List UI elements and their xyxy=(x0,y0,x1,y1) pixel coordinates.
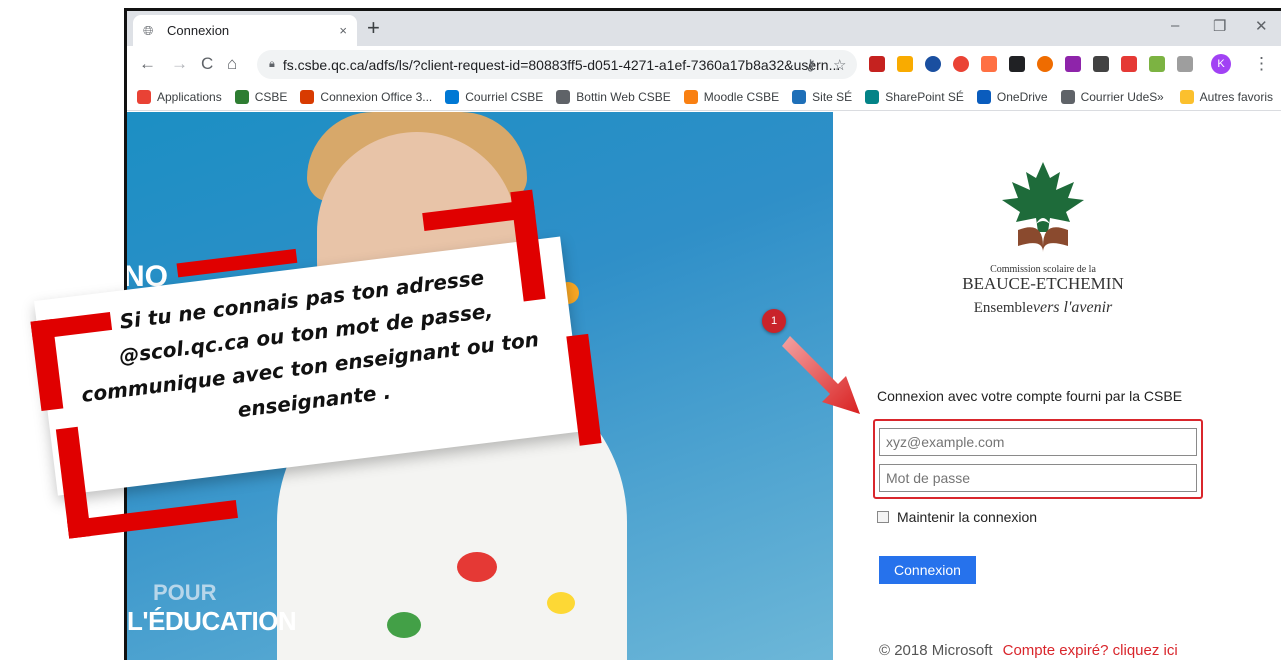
profile-avatar[interactable]: K xyxy=(1211,54,1231,74)
bookmark-csbe[interactable]: CSBE xyxy=(234,89,287,104)
csbe-logo: Commission scolaire de la BEAUCE-ETCHEMI… xyxy=(933,160,1153,350)
bookmark-sharepoint[interactable]: SharePoint SÉ xyxy=(865,89,964,104)
home-icon[interactable]: ⌂ xyxy=(227,55,237,73)
footer: © 2018 Microsoft Compte expiré? cliquez i… xyxy=(879,642,1178,659)
office-icon xyxy=(300,89,315,104)
extension-icon[interactable] xyxy=(1093,56,1109,72)
remember-checkbox[interactable] xyxy=(877,511,889,523)
lock-icon: 🔒︎ xyxy=(269,58,275,70)
bookmark-moodle[interactable]: Moodle CSBE xyxy=(683,89,779,104)
password-input[interactable] xyxy=(879,464,1197,492)
expired-account-link[interactable]: Compte expiré? cliquez ici xyxy=(1003,642,1178,659)
signin-button[interactable]: Connexion xyxy=(879,556,976,584)
wordpress-icon xyxy=(792,89,807,104)
moodle-icon xyxy=(683,89,698,104)
tab-title: Connexion xyxy=(167,23,230,38)
login-panel: Commission scolaire de la BEAUCE-ETCHEMI… xyxy=(833,112,1281,660)
tab-close-icon[interactable]: × xyxy=(339,23,347,38)
address-bar[interactable]: 🔒︎ fs.csbe.qc.ca/adfs/ls/?client-request… xyxy=(257,50,857,79)
remember-me[interactable]: Maintenir la connexion xyxy=(877,509,1037,525)
paint-splash xyxy=(457,552,497,582)
bookmark-site-se[interactable]: Site SÉ xyxy=(792,89,852,104)
step-marker: 1 xyxy=(762,309,786,333)
extension-icon[interactable] xyxy=(1009,56,1025,72)
extension-icon[interactable] xyxy=(1037,56,1053,72)
url-text: fs.csbe.qc.ca/adfs/ls/?client-request-id… xyxy=(282,56,841,73)
bookmark-onedrive[interactable]: OneDrive xyxy=(976,89,1048,104)
reload-icon[interactable]: C xyxy=(201,55,213,73)
folder-icon xyxy=(1179,90,1194,104)
bookmark-office[interactable]: Connexion Office 3... xyxy=(300,89,432,104)
hero-pour-text: POUR xyxy=(153,580,217,605)
csbe-icon xyxy=(234,89,249,104)
hero-education-text: L'ÉDUCATION xyxy=(127,606,297,636)
globe-icon xyxy=(556,89,571,104)
extension-icon[interactable] xyxy=(953,56,969,72)
bookmarks-overflow: » Autres favoris xyxy=(1157,83,1273,111)
bookmark-bottin[interactable]: Bottin Web CSBE xyxy=(556,89,671,104)
extension-icon[interactable] xyxy=(925,56,941,72)
bookmark-other-favorites[interactable]: Autres favoris xyxy=(1179,90,1273,104)
bookmarks-bar: Applications CSBE Connexion Office 3... … xyxy=(127,83,1281,111)
key-icon[interactable]: ⚷ xyxy=(805,56,816,74)
minimize-icon[interactable]: – xyxy=(1171,17,1179,34)
extension-icon[interactable] xyxy=(1065,56,1081,72)
tab-connexion[interactable]: 🌐︎ Connexion × xyxy=(133,15,357,46)
restore-icon[interactable]: ❐ xyxy=(1213,17,1226,35)
globe-icon: 🌐︎ xyxy=(143,22,154,38)
apps-grid-icon xyxy=(137,89,151,104)
menu-icon[interactable]: ⋮ xyxy=(1253,55,1270,73)
maple-leaf-icon xyxy=(1002,162,1084,252)
pdf-extension-icon[interactable] xyxy=(869,56,885,72)
bookmark-applications[interactable]: Applications xyxy=(137,89,222,104)
logo-tagline: Ensemblevers l'avenir xyxy=(973,299,1113,316)
extension-icon[interactable] xyxy=(1149,56,1165,72)
close-window-icon[interactable]: ✕ xyxy=(1255,17,1268,35)
credentials-highlight xyxy=(873,419,1203,499)
username-input[interactable] xyxy=(879,428,1197,456)
outlook-icon xyxy=(445,89,460,104)
bookmark-courrier-udes[interactable]: Courrier UdeS xyxy=(1060,89,1157,104)
back-icon[interactable]: ← xyxy=(139,55,156,73)
tab-strip: 🌐︎ Connexion × + – ❐ ✕ xyxy=(127,11,1281,46)
star-icon[interactable]: ☆ xyxy=(833,56,846,74)
extension-icon[interactable] xyxy=(981,56,997,72)
logo-line2: BEAUCE-ETCHEMIN xyxy=(962,274,1124,293)
paint-splash xyxy=(547,592,575,614)
forward-icon[interactable]: → xyxy=(171,55,188,73)
new-tab-button[interactable]: + xyxy=(367,17,380,39)
browser-toolbar: ← → C ⌂ 🔒︎ fs.csbe.qc.ca/adfs/ls/?client… xyxy=(127,46,1281,83)
sharepoint-icon xyxy=(865,89,880,104)
signin-heading: Connexion avec votre compte fourni par l… xyxy=(877,388,1183,404)
globe-icon xyxy=(1060,89,1075,104)
bookmarks-overflow-button[interactable]: » xyxy=(1157,90,1164,104)
copyright-text: © 2018 Microsoft xyxy=(879,642,993,659)
remember-label: Maintenir la connexion xyxy=(897,509,1038,525)
paint-splash xyxy=(387,612,421,638)
bookmark-courriel[interactable]: Courriel CSBE xyxy=(445,89,543,104)
extension-icon[interactable] xyxy=(1121,56,1137,72)
cloud-icon xyxy=(976,89,991,104)
extension-icon[interactable] xyxy=(897,56,913,72)
extension-icon[interactable] xyxy=(1177,56,1193,72)
